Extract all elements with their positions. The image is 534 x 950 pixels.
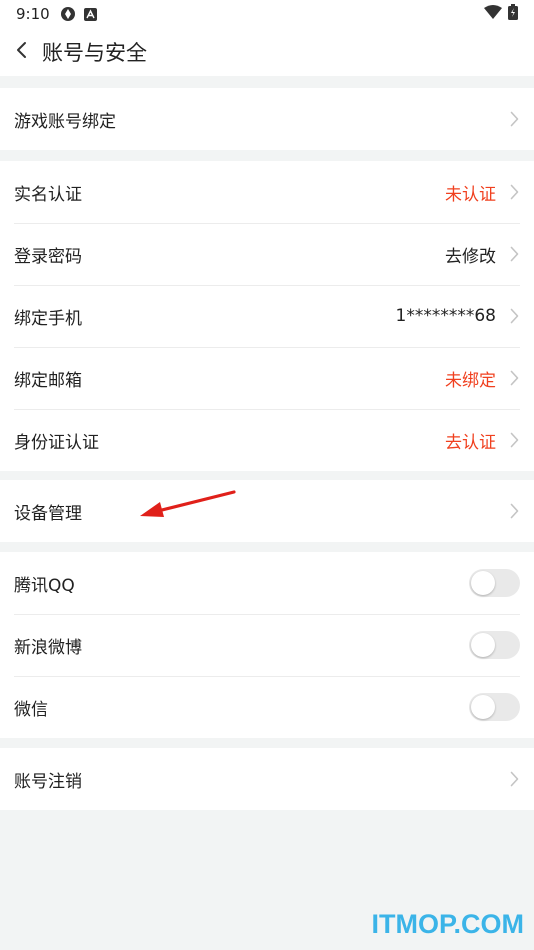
qq-binding-row: 腾讯QQ [0, 552, 534, 614]
chevron-right-icon [508, 307, 520, 325]
real-name-auth-row[interactable]: 实名认证 未认证 [0, 161, 534, 223]
bind-phone-row[interactable]: 绑定手机 1********68 [0, 285, 534, 347]
row-label: 腾讯QQ [14, 575, 75, 596]
account-cancel-row[interactable]: 账号注销 [0, 748, 534, 810]
chevron-right-icon [508, 502, 520, 520]
back-button[interactable] [0, 28, 42, 76]
row-label: 绑定手机 [14, 308, 82, 329]
row-label: 设备管理 [14, 503, 82, 524]
row-label: 微信 [14, 699, 48, 720]
id-card-auth-row[interactable]: 身份证认证 去认证 [0, 409, 534, 471]
login-password-row[interactable]: 登录密码 去修改 [0, 223, 534, 285]
bind-email-row[interactable]: 绑定邮箱 未绑定 [0, 347, 534, 409]
row-label: 身份证认证 [14, 432, 99, 453]
row-value: 未绑定 [445, 370, 496, 391]
row-label: 新浪微博 [14, 637, 82, 658]
chevron-right-icon [508, 369, 520, 387]
wifi-icon [484, 5, 502, 23]
group-security: 实名认证 未认证 登录密码 去修改 绑定手机 1********68 绑定邮箱 … [0, 161, 534, 471]
device-management-row[interactable]: 设备管理 [0, 480, 534, 542]
row-label: 账号注销 [14, 771, 82, 792]
group-game-account: 游戏账号绑定 [0, 88, 534, 150]
group-social: 腾讯QQ 新浪微博 微信 [0, 552, 534, 738]
toggle-knob [471, 633, 495, 657]
group-cancel: 账号注销 [0, 748, 534, 810]
weibo-toggle[interactable] [469, 631, 520, 659]
row-label: 绑定邮箱 [14, 370, 82, 391]
chevron-right-icon [508, 110, 520, 128]
row-label: 游戏账号绑定 [14, 111, 116, 132]
toggle-knob [471, 571, 495, 595]
status-right [484, 4, 518, 24]
page-title: 账号与安全 [42, 41, 147, 65]
chevron-right-icon [508, 431, 520, 449]
status-time: 9:10 [16, 5, 50, 23]
wechat-toggle[interactable] [469, 693, 520, 721]
weibo-binding-row: 新浪微博 [0, 614, 534, 676]
chevron-left-icon [16, 41, 27, 63]
row-value: 1********68 [395, 306, 496, 326]
chevron-right-icon [508, 770, 520, 788]
watermark: ITMOP.COM [371, 909, 524, 939]
keyboard-a-icon [83, 7, 97, 21]
wechat-binding-row: 微信 [0, 676, 534, 738]
row-value: 未认证 [445, 184, 496, 205]
row-value: 去修改 [445, 246, 496, 267]
sync-icon [60, 6, 76, 22]
row-label: 登录密码 [14, 246, 82, 267]
red-arrow-annotation [140, 490, 236, 517]
row-label: 实名认证 [14, 184, 82, 205]
status-bar: 9:10 [0, 0, 534, 28]
toggle-knob [471, 695, 495, 719]
group-device: 设备管理 [0, 480, 534, 542]
chevron-right-icon [508, 183, 520, 201]
game-account-binding-row[interactable]: 游戏账号绑定 [0, 88, 534, 150]
header: 账号与安全 [0, 28, 534, 76]
chevron-right-icon [508, 245, 520, 263]
qq-toggle[interactable] [469, 569, 520, 597]
battery-icon [508, 4, 518, 24]
row-value: 去认证 [445, 432, 496, 453]
